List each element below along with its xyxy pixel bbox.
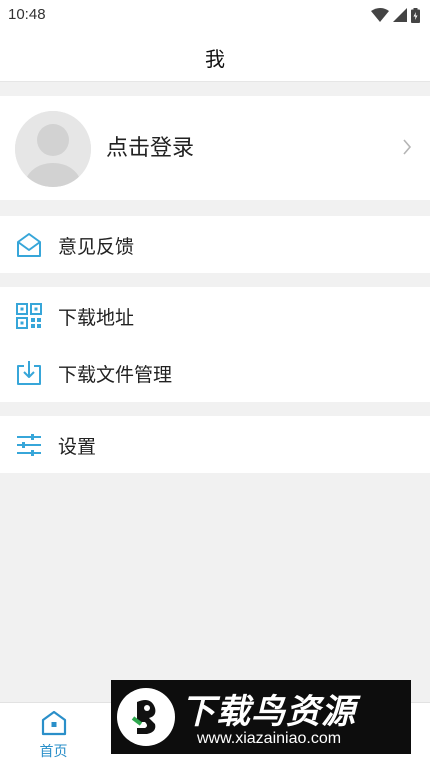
profile-login-row[interactable]: 点击登录 [0,96,430,200]
download-section: 下载地址 下载文件管理 [0,287,430,402]
download-tray-icon [17,361,41,385]
default-avatar-icon [15,111,91,187]
home-icon [41,710,67,736]
menu-item-download-manager[interactable]: 下载文件管理 [0,344,430,401]
login-label[interactable]: 点击登录 [106,130,194,162]
menu-item-label: 下载文件管理 [58,364,173,386]
wifi-icon [371,8,389,22]
watermark-title: 下载鸟资源 [181,692,356,732]
menu-item-label: 意见反馈 [58,236,135,258]
nav-item-home[interactable]: 首页 [0,703,107,764]
menu-item-label: 设置 [58,436,97,458]
status-time: 10:48 [8,6,46,23]
bird-logo-icon [131,700,156,734]
watermark-logo [117,688,175,746]
settings-section: 设置 [0,416,430,473]
qr-code-icon [16,303,42,329]
feedback-section: 意见反馈 [0,216,430,273]
title-bar: 我 [0,30,430,82]
cellular-signal-icon [393,8,407,22]
menu-item-label: 下载地址 [58,307,135,329]
avatar [15,111,91,187]
sliders-icon [17,434,41,456]
menu-item-settings[interactable]: 设置 [0,416,430,473]
watermark: 下载鸟资源 www.xiazainiao.com [111,680,411,754]
nav-item-label: 首页 [39,744,68,760]
mail-open-icon [17,233,41,257]
chevron-right-icon [403,139,412,155]
menu-item-download-address[interactable]: 下载地址 [0,287,430,344]
watermark-url: www.xiazainiao.com [197,730,342,747]
status-bar: 10:48 [0,0,430,30]
page-title: 我 [205,47,225,71]
status-icons [371,7,420,23]
battery-charging-icon [411,7,420,23]
menu-item-feedback[interactable]: 意见反馈 [0,216,430,273]
